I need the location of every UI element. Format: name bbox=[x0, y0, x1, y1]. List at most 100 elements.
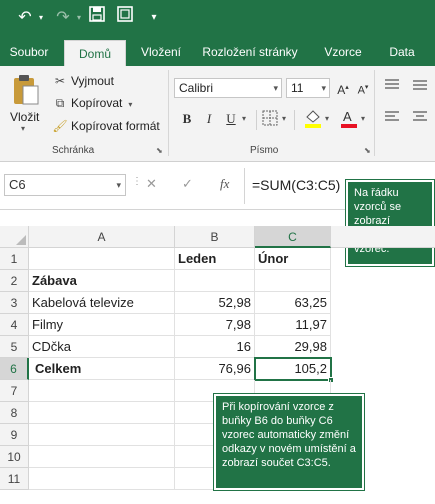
row-header-8[interactable]: 8 bbox=[0, 402, 29, 424]
italic-button[interactable]: I bbox=[200, 110, 218, 128]
customize-toolbar-icon[interactable]: ▾ bbox=[146, 6, 162, 30]
column-header-c[interactable]: C bbox=[255, 226, 331, 248]
column-header-b[interactable]: B bbox=[175, 226, 255, 248]
cell-a8[interactable] bbox=[29, 402, 175, 424]
tab-data[interactable]: Data bbox=[382, 38, 422, 66]
cell-a6[interactable]: Celkem bbox=[29, 358, 175, 380]
fill-color-button[interactable] bbox=[304, 108, 322, 131]
cell-b6[interactable]: 76,96 bbox=[175, 358, 255, 380]
cell-a4[interactable]: Filmy bbox=[29, 314, 175, 336]
chevron-down-icon: ▾ bbox=[273, 83, 278, 93]
cell-b5[interactable]: 16 bbox=[175, 336, 255, 358]
cell-c5[interactable]: 29,98 bbox=[255, 336, 331, 358]
paste-label: Vložit bbox=[10, 110, 40, 124]
cell-a7[interactable] bbox=[29, 380, 175, 402]
row-header-9[interactable]: 9 bbox=[0, 424, 29, 446]
brush-icon: 🖌 bbox=[52, 119, 68, 133]
decrease-font-icon[interactable]: A▾ bbox=[354, 79, 372, 97]
row-header-10[interactable]: 10 bbox=[0, 446, 29, 468]
fill-color-dropdown-icon[interactable]: ▾ bbox=[325, 114, 329, 123]
font-color-dropdown-icon[interactable]: ▾ bbox=[361, 114, 365, 123]
tab-vzorce[interactable]: Vzorce bbox=[318, 38, 368, 66]
align-left-button[interactable] bbox=[384, 110, 400, 127]
select-all-corner[interactable] bbox=[0, 226, 29, 248]
tab-soubor[interactable]: Soubor bbox=[0, 38, 58, 66]
copy-icon: ⧉ bbox=[55, 96, 65, 110]
cell-c1[interactable]: Únor bbox=[255, 248, 331, 270]
copy-dropdown-icon: ▾ bbox=[128, 100, 133, 109]
row-header-4[interactable]: 4 bbox=[0, 314, 29, 336]
cell-c4[interactable]: 11,97 bbox=[255, 314, 331, 336]
cell-b2[interactable] bbox=[175, 270, 255, 292]
paste-button[interactable]: Vložit ▾ bbox=[6, 72, 46, 134]
copy-label: Kopírovat bbox=[71, 96, 123, 110]
scissors-icon: ✂ bbox=[54, 74, 66, 88]
underline-dropdown-icon[interactable]: ▾ bbox=[242, 114, 246, 123]
cell-a10[interactable] bbox=[29, 446, 175, 468]
quick-access-toolbar: ↶ ▾ ↷ ▾ ▾ bbox=[0, 0, 435, 38]
save-icon[interactable] bbox=[86, 6, 108, 30]
increase-font-icon[interactable]: A▴ bbox=[334, 79, 352, 97]
borders-button[interactable] bbox=[262, 110, 278, 129]
row-header-7[interactable]: 7 bbox=[0, 380, 29, 402]
chevron-down-icon: ▾ bbox=[321, 83, 326, 93]
align-middle-button[interactable] bbox=[412, 78, 428, 95]
clipboard-launcher-icon[interactable]: ⬊ bbox=[156, 146, 163, 155]
select-all-icon bbox=[16, 235, 26, 245]
borders-dropdown-icon[interactable]: ▾ bbox=[282, 114, 286, 123]
enter-icon[interactable]: ✓ bbox=[182, 176, 193, 192]
font-group-label: Písmo bbox=[250, 145, 279, 156]
tab-vlozeni[interactable]: Vložení bbox=[130, 38, 192, 66]
cell-c6[interactable]: 105,2 bbox=[254, 357, 332, 381]
group-divider bbox=[374, 70, 375, 156]
undo-icon[interactable]: ↶ bbox=[14, 6, 36, 30]
redo-icon[interactable]: ↷ bbox=[52, 6, 74, 30]
cell-b4[interactable]: 7,98 bbox=[175, 314, 255, 336]
cut-button[interactable]: ✂ Vyjmout bbox=[52, 74, 114, 88]
cell-c2[interactable] bbox=[255, 270, 331, 292]
redo-dropdown-icon[interactable]: ▾ bbox=[74, 6, 84, 30]
undo-dropdown-icon[interactable]: ▾ bbox=[36, 6, 46, 30]
underline-button[interactable]: U bbox=[222, 110, 240, 128]
name-box-value: C6 bbox=[9, 177, 26, 192]
row-header-5[interactable]: 5 bbox=[0, 336, 29, 358]
screenshot-icon[interactable] bbox=[114, 6, 136, 30]
tab-rozlozeni-stranky[interactable]: Rozložení stránky bbox=[198, 38, 302, 66]
cell-a5[interactable]: CDčka bbox=[29, 336, 175, 358]
cell-b3[interactable]: 52,98 bbox=[175, 292, 255, 314]
row-header-11[interactable]: 11 bbox=[0, 468, 29, 490]
cell-a1[interactable] bbox=[29, 248, 175, 270]
font-launcher-icon[interactable]: ⬊ bbox=[364, 146, 371, 155]
cancel-icon[interactable]: ✕ bbox=[146, 176, 157, 192]
name-box[interactable]: C6 ▾ bbox=[4, 174, 126, 196]
toolbar-divider bbox=[256, 110, 257, 130]
row-header-3[interactable]: 3 bbox=[0, 292, 29, 314]
align-top-button[interactable] bbox=[384, 78, 400, 95]
cell-b1[interactable]: Leden bbox=[175, 248, 255, 270]
tab-domu[interactable]: Domů bbox=[64, 40, 126, 66]
resize-handle-icon[interactable]: ⋮ bbox=[132, 176, 142, 187]
font-color-button[interactable]: A bbox=[340, 108, 358, 131]
bold-button[interactable]: B bbox=[178, 110, 196, 128]
row-header-6[interactable]: 6 bbox=[0, 358, 29, 380]
svg-text:A: A bbox=[343, 109, 352, 124]
formula-input[interactable]: =SUM(C3:C5) bbox=[252, 174, 346, 196]
copy-button[interactable]: ⧉ Kopírovat ▾ bbox=[52, 96, 133, 111]
column-header-a[interactable]: A bbox=[29, 226, 175, 248]
align-center-button[interactable] bbox=[412, 110, 428, 127]
cell-a11[interactable] bbox=[29, 468, 175, 490]
insert-function-icon[interactable]: fx bbox=[220, 176, 229, 192]
font-name-value: Calibri bbox=[179, 81, 214, 95]
chevron-down-icon: ▾ bbox=[116, 180, 121, 190]
row-header-1[interactable]: 1 bbox=[0, 248, 29, 270]
paste-dropdown-icon: ▾ bbox=[21, 124, 26, 133]
cell-a2[interactable]: Zábava bbox=[29, 270, 175, 292]
cell-a3[interactable]: Kabelová televize bbox=[29, 292, 175, 314]
cell-c3[interactable]: 63,25 bbox=[255, 292, 331, 314]
format-painter-button[interactable]: 🖌 Kopírovat formát bbox=[52, 119, 159, 133]
cell-a9[interactable] bbox=[29, 424, 175, 446]
ribbon: Vložit ▾ ✂ Vyjmout ⧉ Kopírovat ▾ 🖌 Kopírovat… bbox=[0, 66, 435, 162]
row-header-2[interactable]: 2 bbox=[0, 270, 29, 292]
font-size-combo[interactable]: 11 ▾ bbox=[286, 78, 330, 98]
font-name-combo[interactable]: Calibri ▾ bbox=[174, 78, 282, 98]
